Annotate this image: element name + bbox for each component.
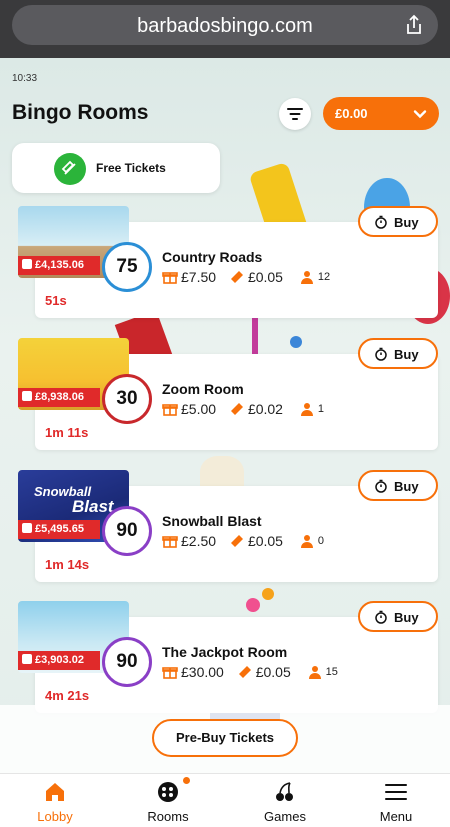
timer-icon <box>375 479 387 493</box>
notification-dot <box>183 777 190 784</box>
ticket-tag-icon <box>238 666 251 679</box>
ticket-tag-icon <box>230 271 243 284</box>
ticket-icon <box>54 153 86 185</box>
url-text: barbadosbingo.com <box>137 15 313 37</box>
jackpot-value: £8,938.06 <box>35 391 84 403</box>
card-price: £0.02 <box>247 401 283 418</box>
nav-games-label: Games <box>264 809 306 824</box>
bingo-ball: 90 <box>102 506 152 556</box>
room-prices: £5.00 £0.02 1 <box>162 400 324 420</box>
bottom-nav: Lobby Rooms Games Menu <box>0 773 450 827</box>
room-name: Country Roads <box>162 249 263 265</box>
player-count: 15 <box>325 666 338 679</box>
buy-button[interactable]: Buy <box>358 470 438 501</box>
buy-button[interactable]: Buy <box>358 338 438 369</box>
buy-label: Buy <box>394 479 419 494</box>
nav-games[interactable]: Games <box>240 774 330 827</box>
bingo-ball: 75 <box>102 242 152 292</box>
address-bar[interactable]: barbadosbingo.com <box>12 5 438 45</box>
room-prices: £2.50 £0.05 0 <box>162 532 324 552</box>
bingo-ball: 90 <box>102 637 152 687</box>
player-count: 1 <box>317 403 324 416</box>
coins-icon <box>22 391 32 401</box>
player-icon <box>300 271 313 285</box>
card-price: £0.05 <box>247 533 283 550</box>
status-time: 10:33 <box>12 73 38 84</box>
ticket-price: £7.50 <box>181 269 217 286</box>
jackpot-value: £5,495.65 <box>35 523 84 535</box>
gift-icon <box>162 536 178 549</box>
room-timer: 51s <box>45 293 67 308</box>
buy-label: Buy <box>394 215 419 230</box>
ticket-tag-icon <box>230 535 243 548</box>
room-card[interactable]: Snowball Blast £5,495.65 1m 14s 90 Snowba… <box>0 470 450 582</box>
card-price: £0.05 <box>255 664 291 681</box>
buy-button[interactable]: Buy <box>358 206 438 237</box>
gift-icon <box>162 404 178 417</box>
jackpot-value: £3,903.02 <box>35 654 84 666</box>
page-title: Bingo Rooms <box>12 101 149 124</box>
balance-amount: £0.00 <box>335 106 368 121</box>
free-tickets-button[interactable]: Free Tickets <box>12 143 220 193</box>
prebuy-tickets-button[interactable]: Pre-Buy Tickets <box>152 719 298 757</box>
player-icon <box>300 403 313 417</box>
jackpot-badge: £4,135.06 <box>18 256 100 275</box>
room-name: Snowball Blast <box>162 513 262 529</box>
nav-lobby-label: Lobby <box>37 809 73 824</box>
filter-icon <box>287 108 303 120</box>
ticket-tag-icon <box>230 403 243 416</box>
room-timer: 4m 21s <box>45 688 90 703</box>
nav-rooms[interactable]: Rooms <box>123 774 213 827</box>
jackpot-badge: £8,938.06 <box>18 388 100 407</box>
buy-label: Buy <box>394 347 419 362</box>
room-card[interactable]: £8,938.06 1m 11s 30 Zoom Room £5.00 £0.0… <box>0 338 450 450</box>
bingo-ball-icon <box>158 782 178 802</box>
jackpot-value: £4,135.06 <box>35 259 84 271</box>
player-count: 0 <box>317 535 324 548</box>
timer-icon <box>375 347 387 361</box>
room-timer: 1m 11s <box>45 425 89 440</box>
hamburger-icon <box>385 784 407 800</box>
buy-button[interactable]: Buy <box>358 601 438 632</box>
room-prices: £7.50 £0.05 12 <box>162 268 330 288</box>
ticket-price: £5.00 <box>181 401 217 418</box>
coins-icon <box>22 523 32 533</box>
ticket-price: £2.50 <box>181 533 217 550</box>
room-card[interactable]: £4,135.06 51s 75 Country Roads £7.50 £0.… <box>0 206 450 318</box>
free-tickets-label: Free Tickets <box>96 161 166 175</box>
gift-icon <box>162 272 178 285</box>
gift-icon <box>162 667 178 680</box>
nav-menu[interactable]: Menu <box>351 774 441 827</box>
nav-menu-label: Menu <box>379 809 413 824</box>
room-card[interactable]: £3,903.02 4m 21s 90 The Jackpot Room £30… <box>0 601 450 713</box>
room-image-text: Snowball Blast <box>34 484 114 516</box>
coins-icon <box>22 654 32 664</box>
room-timer: 1m 14s <box>45 557 90 572</box>
room-prices: £30.00 £0.05 15 <box>162 663 338 683</box>
buy-label: Buy <box>394 610 419 625</box>
cherries-icon <box>276 782 293 801</box>
timer-icon <box>375 610 387 624</box>
card-price: £0.05 <box>247 269 283 286</box>
bingo-ball: 30 <box>102 374 152 424</box>
player-count: 12 <box>317 271 331 284</box>
nav-rooms-label: Rooms <box>147 809 189 824</box>
filter-button[interactable] <box>279 98 311 130</box>
room-name: Zoom Room <box>162 381 244 397</box>
player-icon <box>308 666 321 680</box>
browser-bar: barbadosbingo.com <box>0 0 450 58</box>
room-name: The Jackpot Room <box>162 644 288 660</box>
chevron-down-icon <box>413 110 427 119</box>
timer-icon <box>375 215 387 229</box>
jackpot-badge: £5,495.65 <box>18 520 100 539</box>
ticket-price: £30.00 <box>181 664 224 681</box>
share-icon[interactable] <box>402 13 426 37</box>
jackpot-badge: £3,903.02 <box>18 651 100 670</box>
balance-dropdown[interactable]: £0.00 <box>323 97 439 130</box>
nav-lobby[interactable]: Lobby <box>10 774 100 827</box>
player-icon <box>300 535 313 549</box>
home-icon <box>46 783 64 801</box>
coins-icon <box>22 259 32 269</box>
